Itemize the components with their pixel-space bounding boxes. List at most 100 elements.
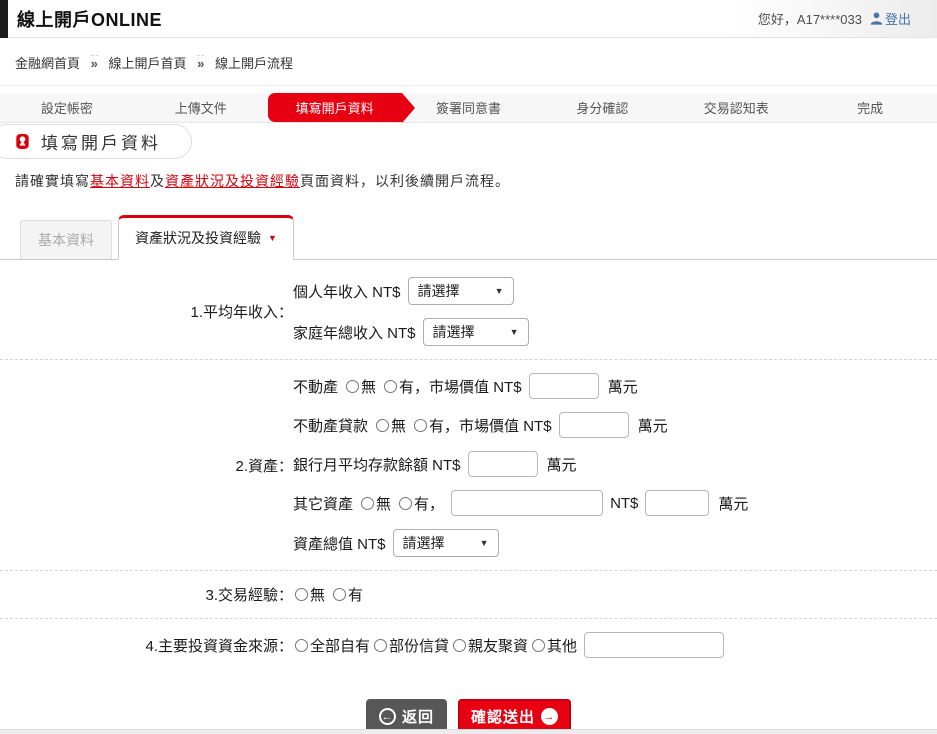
- tab-basic-info[interactable]: 基本資料: [20, 220, 112, 259]
- app-header: 線上開戶ONLINE 您好，A17****033 登出: [0, 0, 937, 38]
- notice-link-assets: 資產狀況及投資經驗: [165, 173, 300, 189]
- radio-label: 全部自有: [310, 635, 370, 656]
- progress-steps: 設定帳密 上傳文件 填寫開戶資料 簽署同意書 身分確認 交易認知表 完成: [0, 93, 937, 123]
- experience-no-radio[interactable]: [295, 588, 308, 601]
- step-trading-form: 交易認知表: [669, 93, 803, 122]
- breadcrumb-separator-icon: »: [197, 55, 204, 71]
- breadcrumb-current: 線上開戶流程: [215, 56, 293, 71]
- section-title: 填寫開戶資料: [41, 129, 161, 154]
- logout-label: 登出: [885, 9, 911, 28]
- step-identity-check: 身分確認: [535, 93, 669, 122]
- row-trading-experience: 3.交易經驗： 無 有: [0, 573, 937, 616]
- row-funding-label: 4.主要投資資金來源：: [0, 635, 293, 656]
- breadcrumb-account-home[interactable]: 線上開戶首頁: [109, 56, 187, 71]
- personal-income-line: 個人年收入 NT$ 請選擇 ▼: [293, 277, 529, 305]
- caret-down-icon: ▼: [268, 233, 277, 243]
- row-assets: 2.資產： 不動產 無 有 ，市場價值 NT$ 萬元 不動產貸款 無 有 ，市場…: [0, 362, 937, 568]
- tab-assets-experience[interactable]: 資產狀況及投資經驗 ▼: [118, 215, 294, 260]
- unit-label: 萬元: [638, 415, 668, 436]
- experience-yes-radio[interactable]: [333, 588, 346, 601]
- select-value: 請選擇: [403, 533, 445, 553]
- total-assets-line: 資產總值 NT$ 請選擇 ▼: [293, 529, 748, 557]
- row-assets-label: 2.資產：: [0, 455, 293, 476]
- comma-label: ，: [429, 493, 444, 514]
- step-set-password: 設定帳密: [0, 93, 134, 122]
- bank-balance-input[interactable]: [468, 451, 538, 477]
- radio-label: 無: [361, 376, 376, 397]
- section-badge-icon: [13, 132, 32, 151]
- step-upload-docs: 上傳文件: [134, 93, 268, 122]
- step-sign-consent: 簽署同意書: [402, 93, 536, 122]
- select-value: 請選擇: [418, 281, 460, 301]
- row-income-label: 1.平均年收入：: [0, 301, 293, 322]
- other-assets-desc-input[interactable]: [451, 490, 603, 516]
- mortgage-value-input[interactable]: [559, 412, 629, 438]
- row-experience-label: 3.交易經驗：: [0, 584, 293, 605]
- user-icon: [870, 12, 883, 25]
- notice-link-basic: 基本資料: [90, 173, 150, 189]
- header-user-area: 您好，A17****033 登出: [758, 9, 911, 28]
- tab-assets-label: 資產狀況及投資經驗: [135, 228, 261, 248]
- funding-loan-radio[interactable]: [374, 639, 387, 652]
- caret-down-icon: ▼: [510, 327, 519, 337]
- header-accent-bar: [0, 0, 8, 38]
- breadcrumb-home[interactable]: 金融網首頁: [15, 56, 80, 71]
- radio-label: 無: [391, 415, 406, 436]
- radio-label: 有: [399, 376, 414, 397]
- submit-button-label: 確認送出: [471, 706, 535, 727]
- mortgage-no-radio[interactable]: [376, 419, 389, 432]
- realestate-no-radio[interactable]: [346, 380, 359, 393]
- arrow-right-circle-icon: →: [541, 708, 558, 725]
- mortgage-label: 不動產貸款: [293, 415, 368, 436]
- radio-label: 無: [310, 584, 325, 605]
- other-assets-label: 其它資產: [293, 493, 353, 514]
- radio-label: 其他: [547, 635, 577, 656]
- section-title-pill: 填寫開戶資料: [0, 124, 192, 159]
- family-income-select[interactable]: 請選擇 ▼: [423, 318, 529, 346]
- experience-line: 無 有: [293, 584, 363, 605]
- row-funding-source: 4.主要投資資金來源： 全部自有 部份信貸 親友聚資 其他: [0, 621, 937, 669]
- caret-down-icon: ▼: [480, 538, 489, 548]
- logout-link[interactable]: 登出: [870, 9, 911, 28]
- realestate-value-input[interactable]: [529, 373, 599, 399]
- instruction-text: 請確實填寫基本資料及資產狀況及投資經驗頁面資料，以利後續開戶流程。: [15, 171, 937, 191]
- other-assets-yes-radio[interactable]: [399, 497, 412, 510]
- section-divider: [0, 570, 937, 571]
- total-assets-label: 資產總值 NT$: [293, 533, 386, 554]
- arrow-left-circle-icon: ←: [379, 708, 396, 725]
- funding-own-radio[interactable]: [295, 639, 308, 652]
- other-assets-value-input[interactable]: [645, 490, 709, 516]
- other-assets-no-radio[interactable]: [361, 497, 374, 510]
- personal-income-select[interactable]: 請選擇 ▼: [408, 277, 514, 305]
- family-income-label: 家庭年總收入 NT$: [293, 322, 416, 343]
- nt-label: NT$: [610, 495, 638, 512]
- radio-label: 親友聚資: [468, 635, 528, 656]
- notice-part: 及: [150, 173, 165, 189]
- market-value-label: ，市場價值 NT$: [444, 415, 552, 436]
- funding-other-radio[interactable]: [532, 639, 545, 652]
- funding-friends-radio[interactable]: [453, 639, 466, 652]
- radio-label: 無: [376, 493, 391, 514]
- funding-line: 全部自有 部份信貸 親友聚資 其他: [293, 632, 731, 658]
- back-button-label: 返回: [402, 706, 434, 727]
- bank-balance-line: 銀行月平均存款餘額 NT$ 萬元: [293, 451, 748, 477]
- step-complete: 完成: [803, 93, 937, 122]
- unit-label: 萬元: [608, 376, 638, 397]
- unit-label: 萬元: [718, 493, 748, 514]
- mortgage-yes-radio[interactable]: [414, 419, 427, 432]
- unit-label: 萬元: [547, 454, 577, 475]
- app-title: 線上開戶ONLINE: [17, 6, 162, 32]
- other-assets-line: 其它資產 無 有 ， NT$ 萬元: [293, 490, 748, 516]
- breadcrumb: 金融網首頁 » 線上開戶首頁 » 線上開戶流程: [0, 38, 937, 86]
- family-income-line: 家庭年總收入 NT$ 請選擇 ▼: [293, 318, 529, 346]
- realestate-yes-radio[interactable]: [384, 380, 397, 393]
- total-assets-select[interactable]: 請選擇 ▼: [393, 529, 499, 557]
- section-divider: [0, 618, 937, 619]
- bank-balance-label: 銀行月平均存款餘額 NT$: [293, 454, 461, 475]
- funding-other-input[interactable]: [584, 632, 724, 658]
- user-greeting: 您好，A17****033: [758, 9, 862, 28]
- radio-label: 有: [414, 493, 429, 514]
- assets-form: 1.平均年收入： 個人年收入 NT$ 請選擇 ▼ 家庭年總收入 NT$ 請選擇 …: [0, 260, 937, 734]
- row-average-income: 1.平均年收入： 個人年收入 NT$ 請選擇 ▼ 家庭年總收入 NT$ 請選擇 …: [0, 266, 937, 357]
- realestate-line: 不動產 無 有 ，市場價值 NT$ 萬元: [293, 373, 748, 399]
